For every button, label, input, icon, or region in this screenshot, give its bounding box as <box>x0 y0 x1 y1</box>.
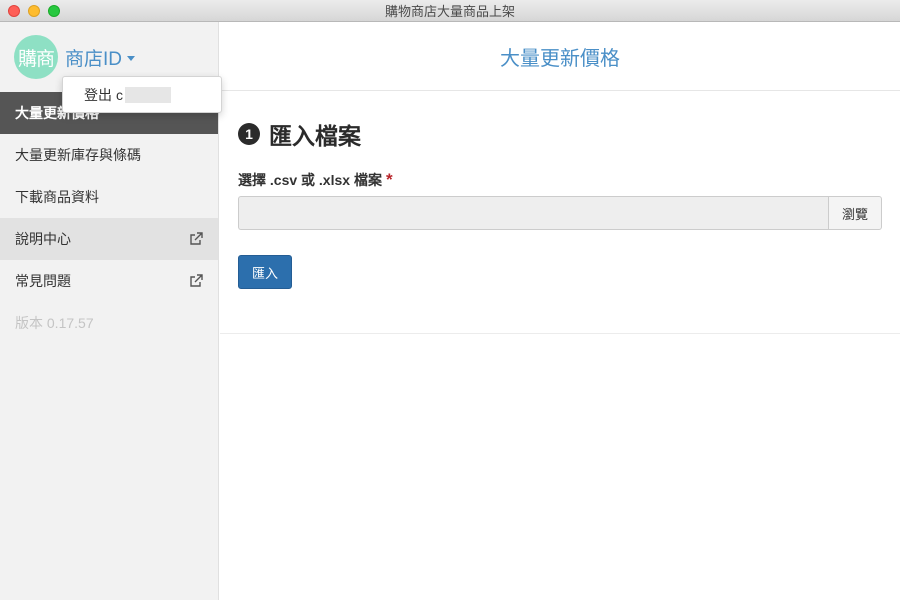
file-path-input[interactable] <box>238 196 828 230</box>
sidebar-item-help-center[interactable]: 說明中心 <box>0 218 218 260</box>
zoom-window-button[interactable] <box>48 5 60 17</box>
sidebar-item-bulk-update-stock[interactable]: 大量更新庫存與條碼 <box>0 134 218 176</box>
caret-down-icon <box>127 55 136 61</box>
sidebar-item-faq[interactable]: 常見問題 <box>0 260 218 302</box>
window-controls <box>8 5 60 17</box>
minimize-window-button[interactable] <box>28 5 40 17</box>
browse-button[interactable]: 瀏覽 <box>828 196 882 230</box>
main-content: 大量更新價格 1 匯入檔案 選擇 .csv 或 .xlsx 檔案 * 瀏覽 匯入 <box>220 22 900 600</box>
store-id-label: 商店ID <box>65 48 123 70</box>
import-button[interactable]: 匯入 <box>238 255 292 289</box>
sidebar-item-label: 說明中心 <box>15 231 71 247</box>
window-titlebar: 購物商店大量商品上架 <box>0 0 900 22</box>
sidebar-item-label: 常見問題 <box>15 273 71 289</box>
logout-label: 登出 <box>84 86 112 103</box>
external-link-icon <box>190 274 203 287</box>
sidebar-item-label: 下載商品資料 <box>15 189 99 205</box>
logout-menu-item[interactable]: 登出 c <box>84 85 171 105</box>
sidebar-item-download-products[interactable]: 下載商品資料 <box>0 176 218 218</box>
file-label-text: 選擇 .csv 或 .xlsx 檔案 <box>238 172 382 188</box>
step-number-badge: 1 <box>238 123 260 145</box>
store-id-dropdown[interactable]: 商店ID <box>65 44 136 71</box>
external-link-icon <box>190 232 203 245</box>
close-window-button[interactable] <box>8 5 20 17</box>
step-heading-text: 匯入檔案 <box>269 123 361 149</box>
required-asterisk: * <box>385 170 393 189</box>
logout-partial-text: c <box>116 86 123 103</box>
import-panel: 1 匯入檔案 選擇 .csv 或 .xlsx 檔案 * 瀏覽 匯入 <box>220 91 900 334</box>
redacted-block <box>125 86 171 103</box>
file-field-label: 選擇 .csv 或 .xlsx 檔案 * <box>238 170 882 190</box>
sidebar-item-label: 大量更新庫存與條碼 <box>15 147 141 163</box>
version-label: 版本 0.17.57 <box>15 315 94 331</box>
page-title: 大量更新價格 <box>500 47 620 70</box>
step-heading: 1 匯入檔案 <box>238 91 882 151</box>
window-title: 購物商店大量商品上架 <box>384 4 515 19</box>
main-header: 大量更新價格 <box>220 22 900 91</box>
store-dropdown-menu: 登出 c <box>62 76 222 113</box>
file-picker: 瀏覽 <box>238 196 882 230</box>
avatar: 購商 <box>14 35 58 79</box>
